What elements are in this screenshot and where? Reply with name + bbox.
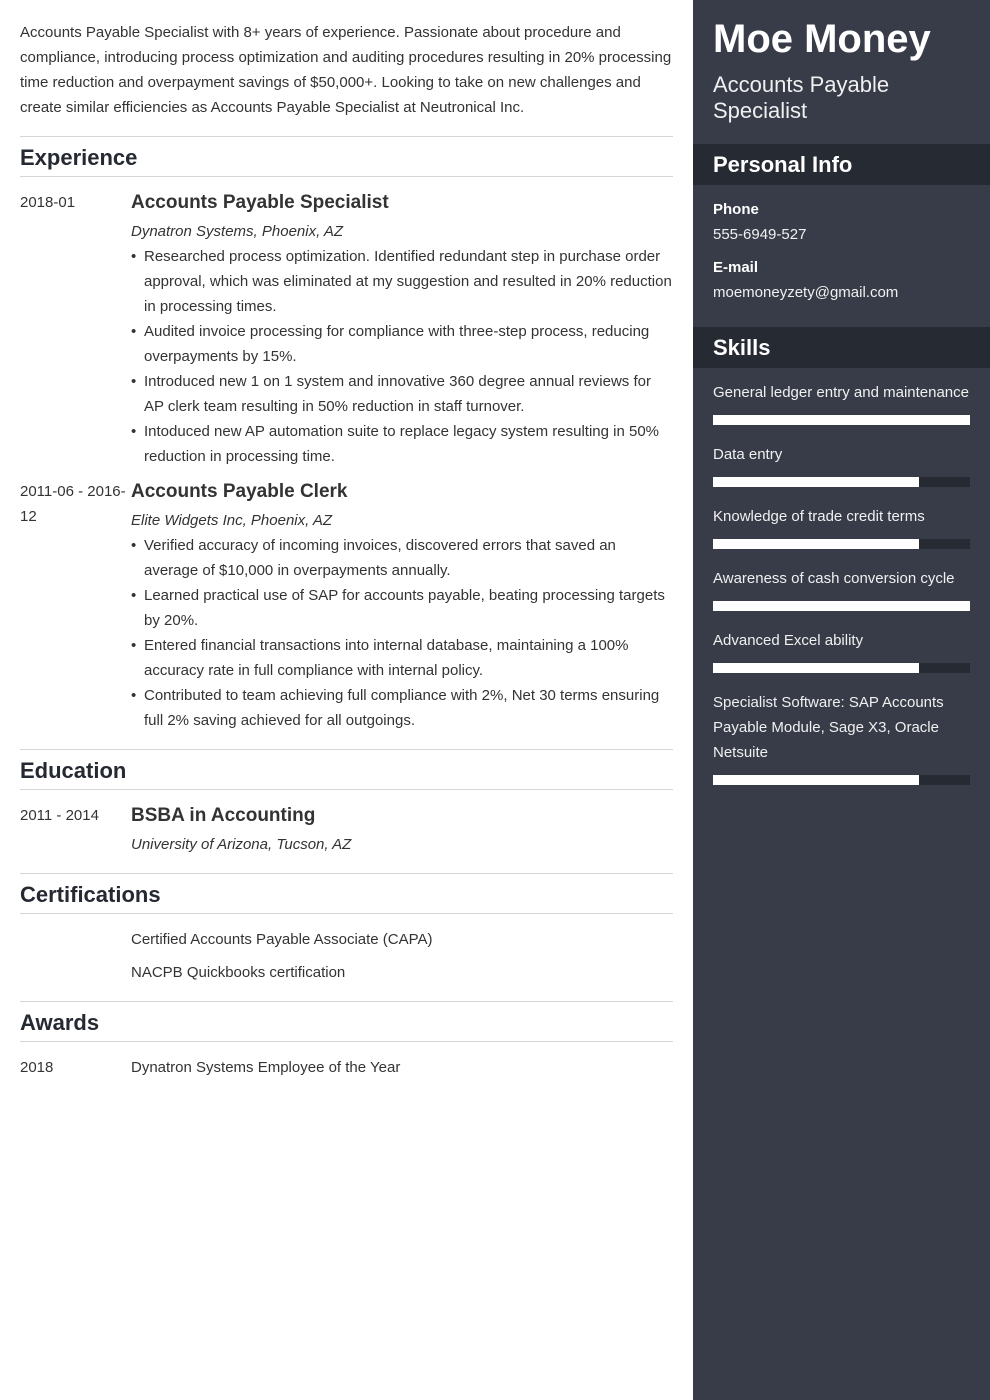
candidate-role: Accounts Payable Specialist [713, 72, 890, 123]
section-title-experience: Experience [20, 136, 673, 177]
certification-name: Certified Accounts Payable Associate (CA… [131, 931, 433, 948]
skill-level-bar [713, 539, 970, 549]
sidebar-header: Moe Money Accounts Payable Specialist [693, 0, 990, 144]
employer: Elite Widgets Inc, Phoenix, AZ [131, 512, 333, 529]
skill-name: General ledger entry and maintenance [713, 384, 969, 401]
section-title-awards: Awards [20, 1001, 673, 1042]
experience-list: 2018-01 Accounts Payable Specialist Dynatr… [20, 177, 673, 733]
bullet-item: Researched process optimization. Identif… [131, 244, 673, 319]
skill-level-fill [713, 477, 919, 487]
bullet-list: Researched process optimization. Identif… [131, 244, 673, 469]
award-item: 2018 Dynatron Systems Employee of the Yea… [20, 1055, 673, 1080]
skill-item: Knowledge of trade credit terms [713, 504, 970, 549]
skill-item: Awareness of cash conversion cycle [713, 566, 970, 611]
skill-level-bar [713, 477, 970, 487]
candidate-name: Moe Money [713, 17, 931, 61]
entry-content: BSBA in Accounting University of Arizona,… [131, 803, 673, 857]
experience-section: Experience 2018-01 Accounts Payable Speci… [20, 136, 673, 733]
school: University of Arizona, Tucson, AZ [131, 836, 352, 853]
degree-title: BSBA in Accounting [131, 805, 316, 826]
certification-item: Certified Accounts Payable Associate (CA… [20, 927, 673, 952]
skills-list: General ledger entry and maintenance Data… [693, 368, 990, 816]
bullet-item: Entered financial transactions into inte… [131, 633, 673, 683]
skill-level-fill [713, 663, 919, 673]
bullet-item: Verified accuracy of incoming invoices, … [131, 533, 673, 583]
personal-info: Phone 555-6949-527 E-mail moemoneyzety@g… [693, 185, 990, 327]
skill-item: Data entry [713, 442, 970, 487]
job-title: Accounts Payable Clerk [131, 481, 348, 502]
section-title-certifications: Certifications [20, 873, 673, 914]
skill-level-bar [713, 601, 970, 611]
bullet-item: Contributed to team achieving full compl… [131, 683, 673, 733]
skill-item: General ledger entry and maintenance [713, 380, 970, 425]
bullet-item: Intoduced new AP automation suite to rep… [131, 419, 673, 469]
phone-value: 555-6949-527 [713, 226, 807, 243]
award-name: Dynatron Systems Employee of the Year [131, 1059, 401, 1076]
skill-level-fill [713, 775, 919, 785]
certifications-section: Certifications Certified Accounts Payabl… [20, 873, 673, 985]
skill-level-fill [713, 415, 970, 425]
entry-date [20, 927, 131, 952]
education-list: 2011 - 2014 BSBA in Accounting University … [20, 790, 673, 857]
bullet-item: Introduced new 1 on 1 system and innovat… [131, 369, 673, 419]
section-title-skills: Skills [693, 327, 990, 368]
email-value: moemoneyzety@gmail.com [713, 284, 899, 301]
entry-date: 2011 - 2014 [20, 807, 99, 824]
skill-level-bar [713, 663, 970, 673]
skill-name: Awareness of cash conversion cycle [713, 570, 955, 587]
bullet-item: Learned practical use of SAP for account… [131, 583, 673, 633]
bullet-list: Verified accuracy of incoming invoices, … [131, 533, 673, 733]
employer: Dynatron Systems, Phoenix, AZ [131, 223, 344, 240]
experience-entry: 2018-01 Accounts Payable Specialist Dynatr… [20, 190, 673, 469]
bullet-item: Audited invoice processing for complianc… [131, 319, 673, 369]
certification-name: NACPB Quickbooks certification [131, 964, 346, 981]
skill-name: Specialist Software: SAP Accounts Payabl… [713, 694, 944, 761]
education-entry: 2011 - 2014 BSBA in Accounting University … [20, 803, 673, 857]
section-title-personal-info: Personal Info [693, 144, 990, 185]
certification-item: NACPB Quickbooks certification [20, 960, 673, 985]
skill-name: Knowledge of trade credit terms [713, 508, 925, 525]
awards-list: 2018 Dynatron Systems Employee of the Yea… [20, 1042, 673, 1080]
skill-name: Data entry [713, 446, 783, 463]
job-title: Accounts Payable Specialist [131, 192, 389, 213]
sidebar: Moe Money Accounts Payable Specialist Pe… [693, 0, 990, 1400]
experience-entry: 2011-06 - 2016-12 Accounts Payable Clerk E… [20, 479, 673, 733]
skill-level-fill [713, 539, 919, 549]
skill-level-bar [713, 775, 970, 785]
summary: Accounts Payable Specialist with 8+ year… [20, 24, 672, 116]
entry-content: Accounts Payable Clerk Elite Widgets Inc,… [131, 479, 673, 733]
skill-item: Advanced Excel ability [713, 628, 970, 673]
entry-date: 2018-01 [20, 194, 76, 211]
skill-level-bar [713, 415, 970, 425]
certifications-list: Certified Accounts Payable Associate (CA… [20, 914, 673, 985]
awards-section: Awards 2018 Dynatron Systems Employee of … [20, 1001, 673, 1080]
entry-date: 2011-06 - 2016-12 [20, 483, 126, 525]
skill-item: Specialist Software: SAP Accounts Payabl… [713, 690, 970, 785]
section-title-education: Education [20, 749, 673, 790]
skill-name: Advanced Excel ability [713, 632, 864, 649]
entry-content: Accounts Payable Specialist Dynatron Syst… [131, 190, 673, 469]
entry-date [20, 960, 131, 985]
skill-level-fill [713, 601, 970, 611]
award-date: 2018 [20, 1059, 54, 1076]
phone-label: Phone [713, 201, 759, 218]
education-section: Education 2011 - 2014 BSBA in Accounting U… [20, 749, 673, 857]
email-label: E-mail [713, 259, 759, 276]
resume-main: Accounts Payable Specialist with 8+ year… [0, 0, 693, 1400]
